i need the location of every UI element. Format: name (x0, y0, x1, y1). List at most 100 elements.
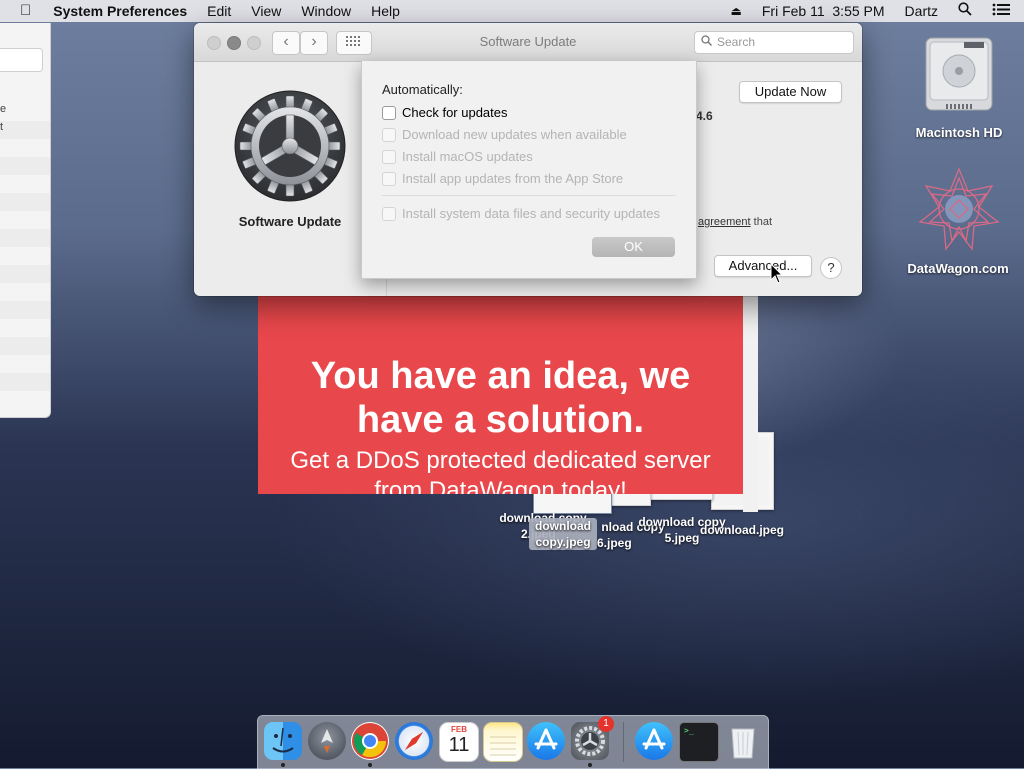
notification-badge: 1 (598, 716, 614, 732)
file-label-line: download (535, 519, 591, 533)
eject-icon[interactable]: ⏏ (721, 0, 752, 22)
finder-icon[interactable] (264, 722, 302, 760)
license-agreement-text: agreement that (698, 216, 772, 228)
ad-subtext-line: from DataWagon today! (374, 477, 627, 494)
sheet-divider (382, 195, 676, 196)
trash-icon[interactable] (724, 722, 762, 760)
install-system-files-label: Install system data files and security u… (402, 206, 660, 221)
install-app-updates-checkbox (382, 171, 396, 186)
license-agreement-rest: that (753, 216, 773, 228)
file-label-download-copy-selected[interactable]: download copy.jpeg (529, 518, 597, 550)
ad-subtext-line: Get a DDoS protected dedicated server (290, 447, 711, 474)
app-store-icon[interactable] (527, 722, 565, 760)
list-item[interactable] (0, 373, 50, 391)
menu-app-name[interactable]: System Preferences (43, 0, 197, 22)
menu-edit[interactable]: Edit (197, 0, 241, 22)
install-app-updates-option: Install app updates from the App Store (382, 171, 623, 186)
chrome-icon[interactable] (351, 722, 389, 760)
calendar-day: 11 (448, 734, 470, 756)
list-item[interactable] (0, 157, 50, 175)
datawagon-webloc-icon[interactable] (916, 166, 1002, 252)
menu-view[interactable]: View (241, 0, 291, 22)
list-item[interactable] (0, 175, 50, 193)
menu-help[interactable]: Help (361, 0, 410, 22)
list-item[interactable] (0, 193, 50, 211)
title-bar[interactable]: ‹ › Software Update Search (194, 23, 862, 62)
license-agreement-link[interactable]: agreement (698, 216, 751, 228)
file-label-line: copy.jpeg (535, 535, 591, 549)
file-label-line: download.jpeg (700, 523, 784, 537)
download-updates-checkbox (382, 127, 396, 142)
apple-menu-icon[interactable]:  (0, 0, 43, 22)
menu-window[interactable]: Window (291, 0, 361, 22)
list-item[interactable] (0, 265, 50, 283)
mouse-cursor-icon (770, 263, 784, 284)
running-indicator (368, 763, 372, 767)
system-preferences-icon[interactable]: 1 (571, 716, 614, 760)
running-indicator (281, 763, 285, 767)
notes-icon[interactable] (483, 722, 523, 762)
list-item[interactable] (0, 301, 50, 319)
list-item-text: t (0, 121, 4, 133)
list-item[interactable]: e (0, 103, 50, 121)
list-item[interactable] (0, 337, 50, 355)
install-system-files-option: Install system data files and security u… (382, 206, 660, 221)
list-item[interactable] (0, 247, 50, 265)
ad-headline: You have an idea, we have a solution. (258, 354, 743, 442)
menu-user[interactable]: Dartz (895, 0, 948, 22)
launchpad-icon[interactable] (308, 722, 346, 760)
check-for-updates-label: Check for updates (402, 105, 508, 120)
background-window-field[interactable] (0, 48, 43, 72)
search-icon (695, 32, 717, 53)
search-placeholder: Search (717, 35, 756, 49)
menu-bar:  System Preferences Edit View Window He… (0, 0, 1024, 22)
menu-extras: ⏏ Fri Feb 11 3:55 PM Dartz (721, 0, 1024, 22)
check-for-updates-option[interactable]: Check for updates (382, 105, 508, 120)
install-system-files-checkbox (382, 206, 396, 221)
dock: FEB 11 1 >_ (257, 715, 769, 769)
macintosh-hd-icon[interactable] (922, 32, 996, 112)
calendar-icon[interactable]: FEB 11 (439, 722, 479, 762)
running-indicator (588, 763, 592, 767)
sheet-heading: Automatically: (382, 82, 463, 97)
advanced-settings-sheet: Automatically: Check for updates Downloa… (361, 61, 697, 279)
ad-subtext: Get a DDoS protected dedicated server fr… (258, 446, 743, 494)
macintosh-hd-label[interactable]: Macintosh HD (900, 125, 1018, 140)
install-app-updates-label: Install app updates from the App Store (402, 171, 624, 186)
update-now-button[interactable]: Update Now (739, 81, 842, 103)
install-macos-updates-checkbox (382, 149, 396, 164)
ad-banner[interactable]: You have an idea, we have a solution. Ge… (258, 296, 743, 494)
notification-center-icon[interactable] (982, 0, 1024, 22)
install-macos-updates-option: Install macOS updates (382, 149, 533, 164)
search-input[interactable]: Search (694, 31, 854, 54)
list-item[interactable] (0, 355, 50, 373)
calendar-month: FEB (451, 725, 467, 734)
ok-button[interactable]: OK (592, 237, 675, 257)
background-window[interactable]: e t (0, 23, 51, 418)
menu-clock[interactable]: Fri Feb 11 3:55 PM (752, 0, 895, 22)
ad-window-edge (743, 296, 758, 512)
download-updates-option: Download new updates when available (382, 127, 627, 142)
list-item[interactable] (0, 139, 50, 157)
pane-sidebar: Software Update (194, 62, 387, 296)
pane-label: Software Update (238, 214, 342, 229)
check-for-updates-checkbox[interactable] (382, 105, 396, 120)
advanced-button[interactable]: Advanced... (714, 255, 812, 277)
ad-headline-line: have a solution. (356, 399, 645, 441)
download-updates-label: Download new updates when available (402, 127, 627, 142)
spotlight-search-icon[interactable] (948, 0, 982, 22)
list-item[interactable] (0, 283, 50, 301)
list-item-text: e (0, 103, 7, 115)
file-label-download[interactable]: download.jpeg (690, 522, 794, 538)
list-item[interactable] (0, 211, 50, 229)
safari-icon[interactable] (395, 722, 433, 760)
list-item[interactable] (0, 229, 50, 247)
app-store-download-icon[interactable] (635, 722, 673, 760)
list-item[interactable]: t (0, 121, 50, 139)
software-update-gear-icon (234, 90, 346, 202)
list-item[interactable] (0, 319, 50, 337)
terminal-icon[interactable]: >_ (679, 722, 719, 762)
terminal-prompt: >_ (684, 726, 694, 735)
help-button[interactable]: ? (820, 257, 842, 279)
datawagon-label[interactable]: DataWagon.com (896, 261, 1020, 276)
